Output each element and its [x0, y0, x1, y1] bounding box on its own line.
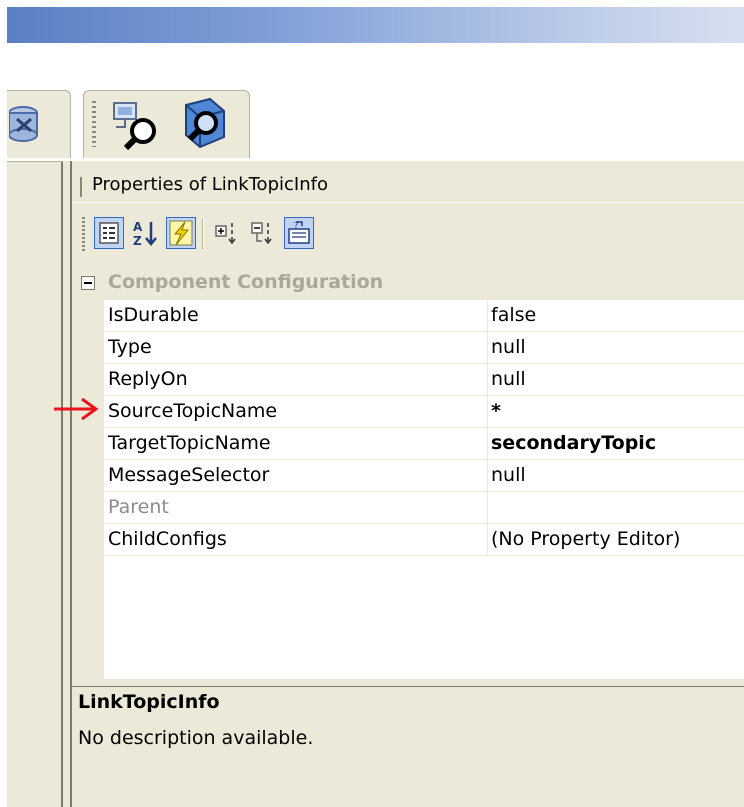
svg-text:A: A — [133, 220, 143, 234]
left-panel — [7, 161, 63, 807]
events-lightning-icon — [169, 220, 193, 246]
property-value[interactable]: secondaryTopic — [491, 432, 656, 454]
property-row[interactable]: ChildConfigs (No Property Editor) — [104, 524, 744, 556]
property-row[interactable]: Type null — [104, 332, 744, 364]
database-icon[interactable] — [9, 105, 49, 143]
description-pane: LinkTopicInfo No description available. — [72, 687, 744, 807]
property-pages-button[interactable]: ? — [284, 217, 314, 249]
category-label: Component Configuration — [108, 271, 384, 293]
property-name: TargetTopicName — [108, 432, 271, 454]
window-titlebar — [7, 7, 744, 43]
search-object-icon[interactable] — [176, 97, 228, 151]
toolbar-grip[interactable] — [82, 217, 85, 253]
column-divider[interactable] — [487, 428, 488, 460]
toolbar-group-left — [7, 90, 71, 158]
collapse-all-icon — [251, 222, 272, 245]
property-value[interactable]: null — [491, 464, 526, 486]
description-text: No description available. — [78, 727, 314, 749]
property-value[interactable]: null — [491, 368, 526, 390]
property-name: SourceTopicName — [108, 400, 278, 422]
toolbar-grip[interactable] — [92, 101, 96, 147]
property-row[interactable]: IsDurable false — [104, 300, 744, 332]
property-name: ChildConfigs — [108, 528, 227, 550]
property-pages-icon: ? — [288, 221, 310, 244]
property-value[interactable]: false — [491, 304, 536, 326]
annotation-arrow-icon — [54, 397, 98, 421]
column-divider[interactable] — [487, 364, 488, 396]
category-row[interactable]: Component Configuration — [76, 267, 744, 300]
column-divider[interactable] — [487, 300, 488, 332]
description-splitter[interactable] — [72, 679, 744, 687]
property-grid-gutter — [76, 300, 104, 679]
property-name: MessageSelector — [108, 464, 270, 486]
categorized-icon — [99, 222, 119, 244]
properties-header: Properties of LinkTopicInfo — [72, 169, 744, 203]
collapse-category-icon[interactable] — [81, 276, 95, 290]
svg-text:Z: Z — [133, 234, 142, 248]
left-panel-border — [7, 161, 63, 162]
collapse-all-button[interactable] — [248, 217, 278, 249]
toolbar-separator — [202, 219, 204, 249]
network-search-icon[interactable] — [110, 99, 162, 151]
property-row[interactable]: MessageSelector null — [104, 460, 744, 492]
header-grip — [80, 177, 82, 197]
events-button[interactable] — [166, 217, 196, 249]
property-name: Type — [108, 336, 152, 358]
properties-title: Properties of LinkTopicInfo — [92, 174, 328, 195]
toolbar-group-right — [83, 90, 250, 158]
column-divider[interactable] — [487, 492, 488, 524]
property-name: Parent — [108, 496, 169, 518]
alphabetical-button[interactable]: A Z — [130, 217, 160, 249]
property-name: ReplyOn — [108, 368, 188, 390]
property-value[interactable]: (No Property Editor) — [491, 528, 680, 550]
property-row[interactable]: Parent — [104, 492, 744, 524]
property-row[interactable]: TargetTopicName secondaryTopic — [104, 428, 744, 460]
column-divider[interactable] — [487, 524, 488, 556]
property-row[interactable]: SourceTopicName * — [104, 396, 744, 428]
expand-all-button[interactable] — [212, 217, 242, 249]
property-grid-toolbar: A Z ? — [72, 205, 744, 263]
property-row[interactable]: ReplyOn null — [104, 364, 744, 396]
column-divider[interactable] — [487, 396, 488, 428]
column-divider[interactable] — [487, 332, 488, 364]
column-divider[interactable] — [487, 460, 488, 492]
alphabetical-sort-icon: A Z — [133, 220, 157, 248]
property-value[interactable]: * — [491, 400, 501, 422]
description-title: LinkTopicInfo — [78, 691, 220, 713]
property-value[interactable]: null — [491, 336, 526, 358]
property-name: IsDurable — [108, 304, 199, 326]
categorized-button[interactable] — [94, 217, 124, 249]
svg-text:?: ? — [294, 221, 298, 230]
expand-all-icon — [215, 223, 236, 245]
